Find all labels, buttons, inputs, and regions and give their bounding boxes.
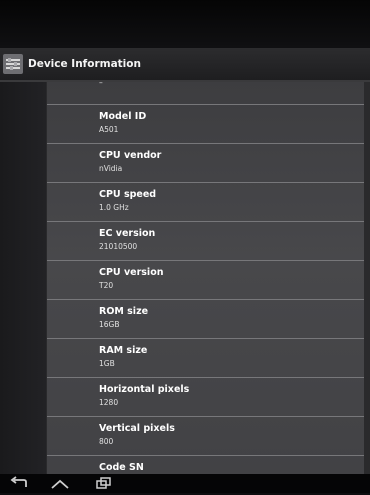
list-item-value: T20 xyxy=(99,281,114,290)
list-item-horizontal-pixels[interactable]: Horizontal pixels 1280 xyxy=(47,378,365,417)
list-item-label: ROM size xyxy=(99,306,149,317)
list-item-value: 21010500 xyxy=(99,242,138,251)
list-item-value: – xyxy=(99,82,103,87)
list-item-label: CPU vendor xyxy=(99,150,162,161)
list-item-ram-size[interactable]: RAM size 1GB xyxy=(47,339,365,378)
list-item-cpu-speed[interactable]: CPU speed 1.0 GHz xyxy=(47,183,365,222)
list-item-cpu-version[interactable]: CPU version T20 xyxy=(47,261,365,300)
list-item-label: EC version xyxy=(99,228,156,239)
list-item-label: Horizontal pixels xyxy=(99,384,190,395)
list-item-rom-size[interactable]: ROM size 16GB xyxy=(47,300,365,339)
recent-apps-icon[interactable] xyxy=(92,476,116,491)
right-gutter xyxy=(364,82,370,474)
system-nav-bar xyxy=(0,474,370,493)
list-item-ec-version[interactable]: EC version 21010500 xyxy=(47,222,365,261)
list-item-value: 1.0 GHz xyxy=(99,203,129,212)
list-item-value: nVidia xyxy=(99,164,123,173)
list-item-label: CPU version xyxy=(99,267,164,278)
list-item-label: RAM size xyxy=(99,345,148,356)
list-item-code-sn[interactable]: Code SN xyxy=(47,456,365,474)
screen-top-bezel xyxy=(0,0,370,48)
back-icon[interactable] xyxy=(6,476,30,491)
left-gutter xyxy=(0,82,46,474)
page-title: Device Information xyxy=(28,58,141,70)
list-item-cpu-vendor[interactable]: CPU vendor nVidia xyxy=(47,144,365,183)
list-item-label: Code SN xyxy=(99,462,144,473)
list-item-value: 1GB xyxy=(99,359,115,368)
list-item-label: CPU speed xyxy=(99,189,157,200)
list-item-value: A501 xyxy=(99,125,119,134)
device-info-list[interactable]: – Model ID A501 CPU vendor nVidia CPU sp… xyxy=(46,82,365,474)
list-item-model-id[interactable]: Model ID A501 xyxy=(47,105,365,144)
list-item-vertical-pixels[interactable]: Vertical pixels 800 xyxy=(47,417,365,456)
list-item-label: Model ID xyxy=(99,111,147,122)
list-item-label: Vertical pixels xyxy=(99,423,175,434)
action-bar: Device Information xyxy=(0,48,370,80)
home-icon[interactable] xyxy=(48,476,72,491)
list-item-value: 1280 xyxy=(99,398,119,407)
list-item-value: 16GB xyxy=(99,320,120,329)
settings-app-icon[interactable] xyxy=(3,54,23,74)
list-item-value: 800 xyxy=(99,437,114,446)
list-item[interactable]: – xyxy=(47,82,365,105)
